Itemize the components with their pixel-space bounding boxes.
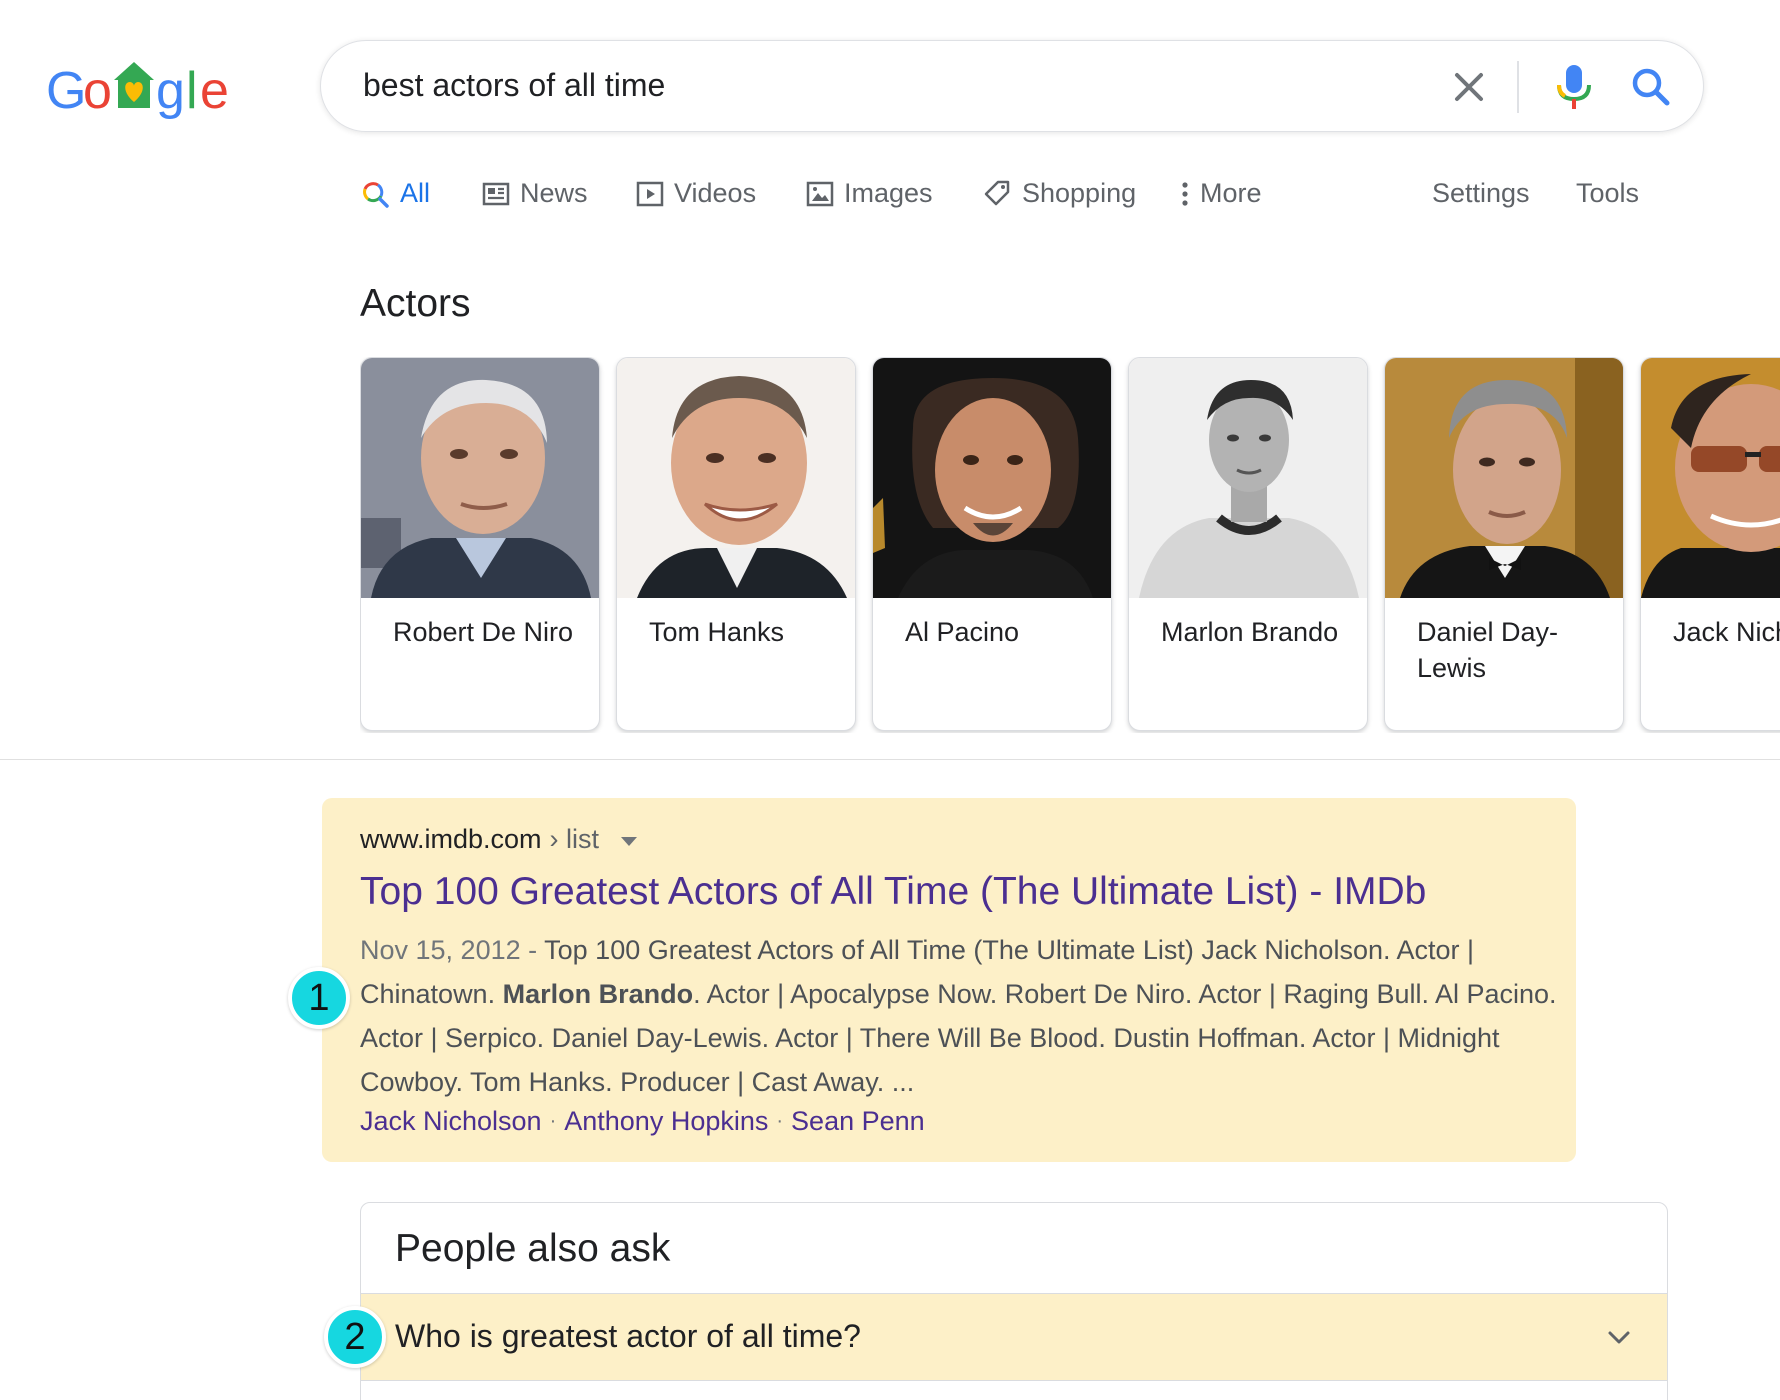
actor-photo <box>1641 358 1780 598</box>
image-icon <box>806 181 834 206</box>
dropdown-arrow-icon[interactable] <box>621 837 638 846</box>
svg-text:e: e <box>200 62 229 120</box>
more-vert-icon <box>1182 181 1188 206</box>
search-divider <box>1517 61 1519 113</box>
tab-all[interactable]: All <box>360 178 430 209</box>
sitelink[interactable]: Anthony Hopkins <box>564 1106 768 1137</box>
actor-card[interactable]: Al Pacino <box>872 357 1112 731</box>
clear-icon[interactable] <box>1447 65 1491 109</box>
svg-text:g: g <box>156 62 185 120</box>
actor-name: Al Pacino <box>905 617 1020 647</box>
result-sitelinks: Jack Nicholson · Anthony Hopkins · Sean … <box>360 1106 925 1137</box>
result-title-link[interactable]: Top 100 Greatest Actors of All Time (The… <box>360 870 1426 914</box>
actor-photo <box>873 358 1111 598</box>
actor-name: Daniel Day-Lewis <box>1417 617 1559 683</box>
sitelink-separator: · <box>776 1110 784 1132</box>
microphone-icon[interactable] <box>1551 61 1597 113</box>
tab-label: Tools <box>1576 178 1640 208</box>
paa-question-text: Who is greatest actor of all time? <box>395 1318 861 1354</box>
tab-videos[interactable]: Videos <box>636 178 756 209</box>
actors-carousel[interactable]: Robert De Niro Tom Hanks Al Pacino Marlo… <box>360 357 1780 733</box>
sitelink[interactable]: Jack Nicholson <box>360 1106 542 1137</box>
search-icon[interactable] <box>1627 63 1675 111</box>
actor-name: Marlon Brando <box>1161 617 1339 647</box>
actor-photo <box>1385 358 1623 598</box>
actor-card[interactable]: Jack Nicholson <box>1640 357 1780 731</box>
snippet-bold-text: Marlon Brando <box>502 979 694 1009</box>
google-logo-icon: G o g l e <box>46 62 229 120</box>
result-snippet: Nov 15, 2012 - Top 100 Greatest Actors o… <box>360 928 1560 1104</box>
annotation-badge: 1 <box>288 967 350 1029</box>
tab-label: Images <box>844 178 933 208</box>
tab-news[interactable]: News <box>482 178 588 209</box>
search-icon <box>363 181 389 208</box>
svg-text:l: l <box>186 62 198 120</box>
actor-card[interactable]: Tom Hanks <box>616 357 856 731</box>
actor-photo <box>361 358 599 598</box>
result-date: Nov 15, 2012 <box>360 935 521 965</box>
result-date-separator: - <box>520 935 545 965</box>
google-logo[interactable]: G o g l e <box>46 46 236 126</box>
tab-label: News <box>520 178 588 208</box>
tab-more[interactable]: More <box>1180 178 1262 209</box>
sitelink-separator: · <box>549 1110 557 1132</box>
result-url[interactable]: www.imdb.com › list <box>360 824 638 855</box>
actor-card[interactable]: Marlon Brando <box>1128 357 1368 731</box>
tab-images[interactable]: Images <box>806 178 933 209</box>
tab-label: Shopping <box>1022 178 1137 208</box>
search-result: www.imdb.com › list Top 100 Greatest Act… <box>322 798 1576 1162</box>
tab-shopping[interactable]: Shopping <box>982 178 1136 209</box>
tab-label: All <box>400 178 431 208</box>
tag-icon <box>984 180 1010 205</box>
tab-label: More <box>1200 178 1262 208</box>
actor-name: Robert De Niro <box>393 617 574 647</box>
actor-photo <box>1129 358 1367 598</box>
svg-text:G: G <box>46 62 86 120</box>
svg-text:o: o <box>83 62 112 120</box>
actor-card[interactable]: Daniel Day-Lewis <box>1384 357 1624 731</box>
news-icon <box>482 182 510 205</box>
tab-label: Videos <box>674 178 757 208</box>
paa-question[interactable]: Who is greatest actor of all time? <box>361 1293 1667 1381</box>
tab-tools[interactable]: Tools <box>1576 178 1639 209</box>
paa-heading: People also ask <box>395 1227 671 1270</box>
sitelink[interactable]: Sean Penn <box>791 1106 925 1137</box>
chevron-down-icon[interactable] <box>1605 1324 1633 1352</box>
search-tabs: All News Videos Images Shopping More Set… <box>360 178 1660 222</box>
result-domain: www.imdb.com <box>360 824 542 854</box>
people-also-ask: People also ask Who is greatest actor of… <box>360 1202 1668 1400</box>
actor-card[interactable]: Robert De Niro <box>360 357 600 731</box>
result-path: › list <box>549 824 600 854</box>
actor-name: Jack Nicholson <box>1673 617 1780 647</box>
annotation-badge: 2 <box>324 1306 386 1368</box>
actors-heading: Actors <box>360 282 471 325</box>
video-icon <box>636 181 664 206</box>
actor-photo <box>617 358 855 598</box>
actor-name: Tom Hanks <box>649 617 785 647</box>
tab-settings[interactable]: Settings <box>1432 178 1530 209</box>
search-input[interactable]: best actors of all time <box>363 67 665 104</box>
search-box[interactable]: best actors of all time <box>320 40 1704 132</box>
tab-label: Settings <box>1432 178 1530 208</box>
section-divider <box>0 759 1780 760</box>
